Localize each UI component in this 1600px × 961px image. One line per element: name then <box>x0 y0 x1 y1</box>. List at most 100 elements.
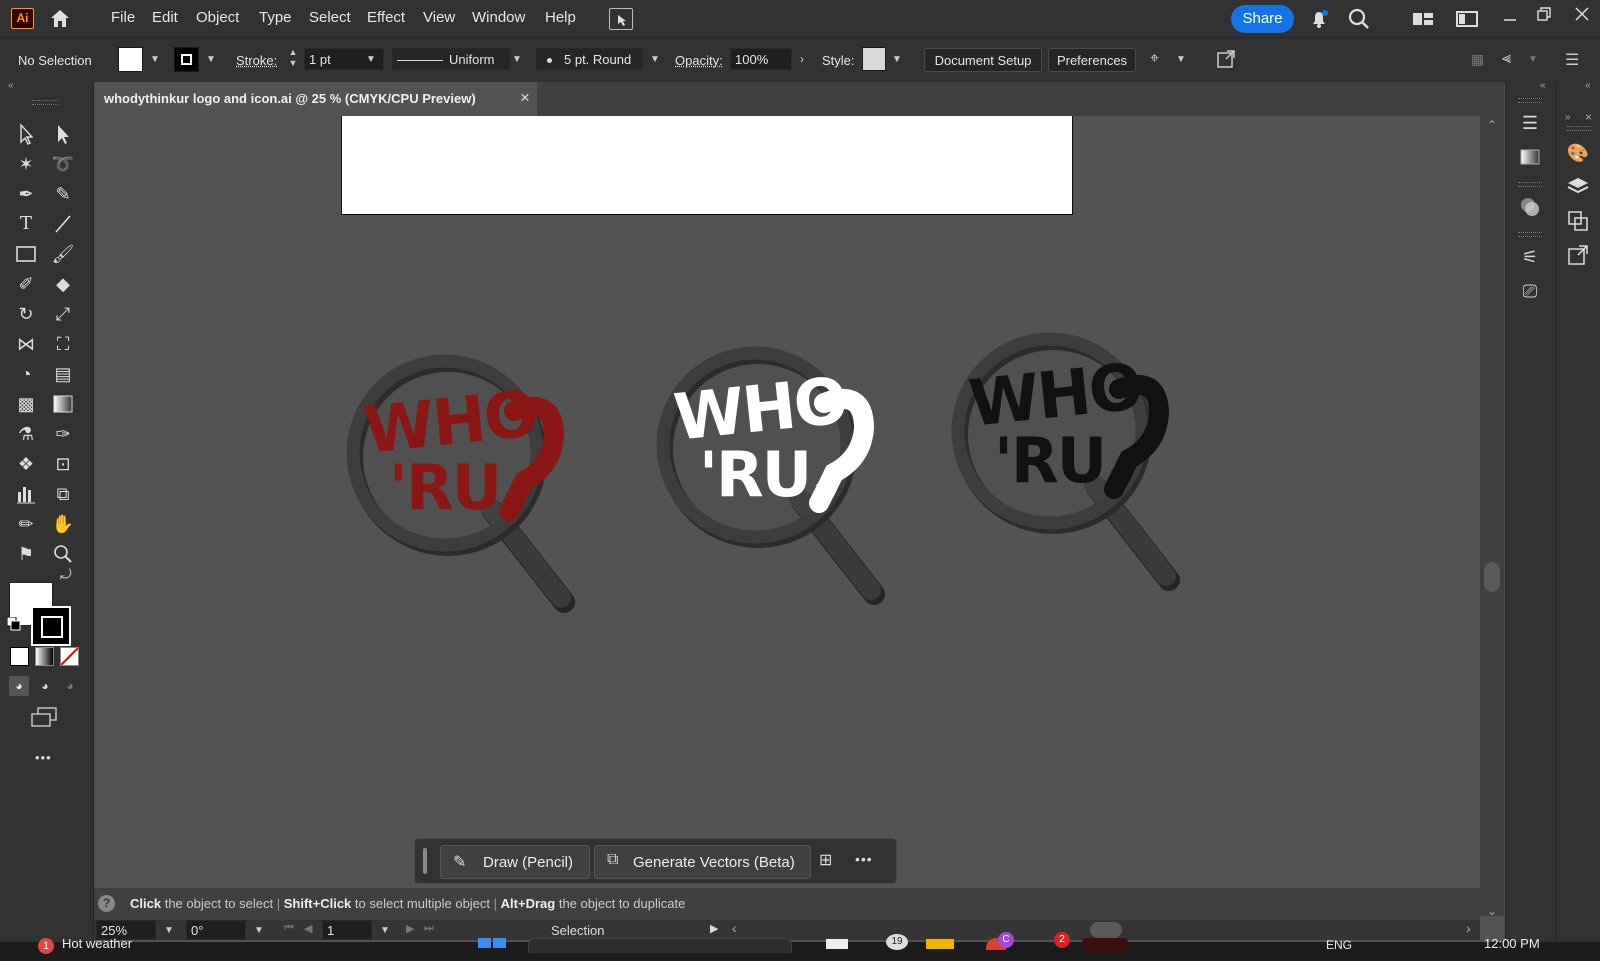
pen-tool-icon[interactable]: ✒ <box>14 182 38 206</box>
taskbar-search[interactable] <box>528 938 792 953</box>
style-chevron-icon[interactable]: ▼ <box>892 54 902 65</box>
menu-view[interactable]: View <box>423 9 455 26</box>
draw-inside-icon[interactable]: ◕ <box>60 676 80 696</box>
screen-mode-icon[interactable] <box>30 706 58 728</box>
variable-width-profile[interactable]: Uniform <box>392 48 510 70</box>
scroll-up-icon[interactable]: ⌃ <box>1487 118 1497 132</box>
draw-behind-icon[interactable]: ◕ <box>35 676 55 696</box>
rotation-input[interactable]: 0° <box>186 920 246 940</box>
menu-help[interactable]: Help <box>545 9 576 26</box>
swap-fill-stroke-icon[interactable]: ⤾ <box>60 566 72 583</box>
curvature-tool-icon[interactable]: ✎ <box>51 182 75 206</box>
slice-tool-icon[interactable]: ✏ <box>14 512 38 536</box>
share-button[interactable]: Share <box>1231 5 1294 33</box>
opacity-input[interactable]: 100% <box>730 48 792 70</box>
minimize-icon[interactable] <box>1502 10 1518 26</box>
profile-chevron-icon[interactable]: ▼ <box>512 54 522 65</box>
style-swatch[interactable] <box>862 47 886 71</box>
toolbar-grip[interactable] <box>32 100 58 105</box>
gradient-tool-icon[interactable] <box>51 392 75 416</box>
menu-window[interactable]: Window <box>472 9 525 26</box>
line-segment-tool-icon[interactable] <box>51 212 75 236</box>
preferences-button[interactable]: Preferences <box>1048 48 1136 72</box>
puppet-warp-tool-icon[interactable]: ⚑ <box>14 542 38 566</box>
dock2-grip[interactable] <box>1567 126 1591 131</box>
close-dock-icon[interactable]: × <box>1585 110 1592 124</box>
edit-toolbar-button[interactable]: ••• <box>35 750 52 765</box>
perspective-grid-tool-icon[interactable]: ▤ <box>51 362 75 386</box>
fill-dropdown-chevron-icon[interactable]: ▼ <box>150 54 160 65</box>
dock-grip[interactable] <box>1518 98 1542 103</box>
draw-normal-icon[interactable]: ◕ <box>9 676 29 696</box>
blend-tool-icon[interactable]: ❖ <box>14 452 38 476</box>
stroke-dropdown-chevron-icon[interactable]: ▼ <box>206 54 216 65</box>
rotate-tool-icon[interactable]: ↻ <box>14 302 38 326</box>
first-artboard-icon[interactable]: ⏮ <box>284 922 294 935</box>
rotation-chevron-icon[interactable]: ▼ <box>254 925 264 936</box>
horizontal-scroll-thumb[interactable] <box>1090 922 1122 938</box>
scroll-down-icon[interactable]: ⌄ <box>1487 904 1497 918</box>
document-setup-button[interactable]: Document Setup <box>924 48 1042 72</box>
language-indicator[interactable]: ENG <box>1326 938 1352 952</box>
touch-workspace-icon[interactable] <box>609 8 633 30</box>
artboard-tool-icon[interactable]: ⧉ <box>51 482 75 506</box>
scroll-left-icon[interactable]: ‹ <box>732 920 737 936</box>
taskbar-app-file-explorer-icon[interactable] <box>826 939 848 949</box>
menu-select[interactable]: Select <box>309 9 351 26</box>
stroke-stepper-icon[interactable]: ▲ ▼ <box>287 47 299 71</box>
menu-effect[interactable]: Effect <box>367 9 405 26</box>
scroll-right-icon[interactable]: › <box>1466 920 1471 936</box>
generate-vectors-button[interactable]: ⧉ Generate Vectors (Beta) <box>594 845 811 879</box>
transparency-panel-icon[interactable] <box>1517 194 1543 220</box>
logo-red[interactable]: WHO 'RU. <box>339 336 589 646</box>
notifications-icon[interactable] <box>1308 8 1330 30</box>
vertical-scroll-thumb[interactable] <box>1484 562 1500 592</box>
status-mode[interactable]: Selection <box>551 923 604 938</box>
stroke-color-box[interactable] <box>31 606 71 646</box>
eraser-tool-icon[interactable]: ◆ <box>51 272 75 296</box>
dock-grip-3[interactable] <box>1518 232 1542 237</box>
opacity-arrow-icon[interactable]: › <box>800 52 804 66</box>
export-panel-icon[interactable] <box>1565 242 1591 268</box>
collapse-dock-icon[interactable]: « <box>1540 80 1546 91</box>
type-tool-icon[interactable]: T <box>14 212 38 236</box>
menu-file[interactable]: File <box>111 9 135 26</box>
gradient-panel-icon[interactable] <box>1517 144 1543 170</box>
stroke-swatch[interactable] <box>174 47 199 72</box>
stroke-weight-chevron-icon[interactable]: ▼ <box>366 54 376 65</box>
fill-swatch[interactable] <box>118 47 143 72</box>
stroke-label[interactable]: Stroke: <box>236 53 277 68</box>
next-artboard-icon[interactable]: ▶ <box>406 922 414 935</box>
color-panel-icon[interactable]: 🎨 <box>1565 140 1591 166</box>
canvas[interactable]: WHO 'RU. WHO 'RU. WHO 'RU. ✎ Draw (Penci… <box>94 116 1480 888</box>
shape-builder-tool-icon[interactable]: ◔ <box>14 362 38 386</box>
menu-edit[interactable]: Edit <box>152 9 178 26</box>
panel-menu-icon[interactable]: ☰ <box>1565 50 1585 70</box>
direct-selection-tool-icon[interactable] <box>51 122 75 146</box>
measure-tool-icon[interactable]: ✑ <box>51 422 75 446</box>
scale-tool-icon[interactable]: ⤢ <box>51 302 75 326</box>
menu-type[interactable]: Type <box>259 9 292 26</box>
transform-chevron-icon[interactable]: ▼ <box>1176 54 1186 65</box>
close-tab-icon[interactable]: × <box>520 88 530 108</box>
column-graph-tool-icon[interactable] <box>14 482 38 506</box>
collapse-panel-icon[interactable]: « <box>8 80 14 91</box>
image-add-icon[interactable]: ⊞ <box>819 850 841 872</box>
asset-export-panel-icon[interactable]: ⎚ <box>1517 278 1543 304</box>
collapse-dock2-icon[interactable]: « <box>1585 80 1591 91</box>
status-mode-arrow-icon[interactable]: ▶ <box>710 922 718 935</box>
brush-definition[interactable]: 5 pt. Round <box>536 48 643 70</box>
taskbar-app-illustrator-icon[interactable] <box>1082 938 1128 952</box>
magic-wand-tool-icon[interactable]: ✶ <box>14 152 38 176</box>
more-options-button[interactable]: ••• <box>855 851 873 867</box>
restore-icon[interactable] <box>1536 6 1552 22</box>
logo-white[interactable]: WHO 'RU. <box>649 328 899 638</box>
logo-black[interactable]: WHO 'RU. <box>944 314 1194 624</box>
hand-tool-icon[interactable]: ✋ <box>51 512 75 536</box>
adjustments-panel-icon[interactable]: ⚟ <box>1517 244 1543 270</box>
workspace-switcher-icon[interactable] <box>1456 11 1478 27</box>
none-mode-icon[interactable] <box>60 647 79 666</box>
dock-grip-2[interactable] <box>1518 182 1542 187</box>
last-artboard-icon[interactable]: ⏭ <box>424 922 434 935</box>
prev-artboard-icon[interactable]: ◀ <box>304 922 312 935</box>
